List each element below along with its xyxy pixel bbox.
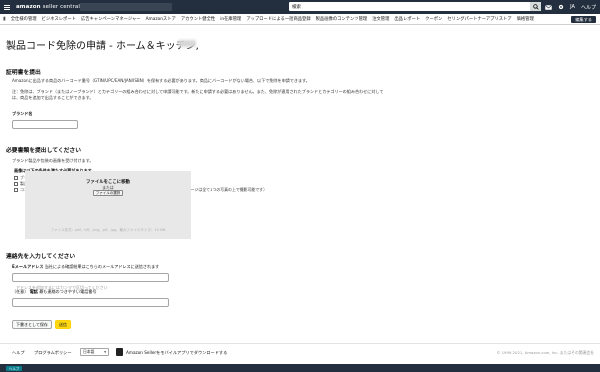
search-input[interactable] bbox=[289, 4, 527, 9]
language-select[interactable]: 日本語 ▾ bbox=[80, 348, 109, 356]
language-selector[interactable]: JA bbox=[570, 4, 575, 10]
brand-name-label: ブランド名 bbox=[12, 111, 33, 116]
footer-policy-link[interactable]: プログラムポリシー bbox=[34, 350, 72, 356]
nav-item[interactable]: Amazonストア bbox=[146, 16, 176, 22]
email-hint: 当社による確認結果はこちらのメールアドレスに送信されます bbox=[44, 264, 160, 269]
documents-section-heading: 必要書類を提出してください bbox=[6, 148, 82, 154]
nav-item[interactable]: セリングパートナーアプリストア bbox=[447, 16, 511, 22]
mail-icon[interactable] bbox=[545, 4, 553, 10]
bookmark-icon: ▮ bbox=[3, 16, 6, 22]
edit-bookmarks-button[interactable]: 編集する bbox=[571, 16, 596, 23]
choose-file-button[interactable]: ファイルの選択 bbox=[93, 190, 123, 196]
bookmark-bar: ▮ 全仕様の管理 ビジネスレポート 広告キャンペーンマネージャー Amazonス… bbox=[0, 14, 600, 25]
nav-item[interactable]: アップロードによる一括商品登録 bbox=[246, 16, 310, 22]
redacted-brand-name bbox=[178, 40, 196, 47]
mobile-app-icon bbox=[116, 348, 123, 356]
bottom-bar: ヘルプ bbox=[0, 364, 600, 372]
checkbox[interactable] bbox=[14, 182, 18, 186]
logo-seller-central-text: seller central bbox=[42, 4, 80, 10]
brand-name-input[interactable] bbox=[13, 131, 77, 138]
language-select-value: 日本語 bbox=[83, 349, 95, 354]
search-box[interactable] bbox=[289, 2, 541, 11]
search-icon bbox=[532, 3, 539, 10]
account-switcher[interactable] bbox=[80, 3, 172, 11]
email-label-row: Eメールアドレス 当社による確認結果はこちらのメールアドレスに送信されます bbox=[12, 264, 159, 270]
phone-field[interactable] bbox=[12, 298, 169, 316]
footer: ヘルプ プログラムポリシー 日本語 ▾ Amazon Sellerをモバイルアプ… bbox=[0, 347, 600, 359]
proof-description: Amazonに出品する商品のバーコード番号（GTIN/UPC/EAN/JAN/I… bbox=[12, 78, 310, 83]
phone-hint: 最も連絡のつきやすい電話番号 bbox=[39, 289, 97, 294]
file-format-hint: ファイル形式：pdf、tiff、png、gif、jpg。最大ファイルサイズ：10… bbox=[50, 228, 166, 232]
help-link[interactable]: ヘルプ bbox=[581, 4, 596, 11]
copyright-text: © 1999-2021, Amazon.com, Inc. またはその関連会社 bbox=[496, 350, 594, 355]
bottom-help-button[interactable]: ヘルプ bbox=[6, 365, 23, 371]
footer-help-link[interactable]: ヘルプ bbox=[12, 350, 25, 356]
email-field[interactable] bbox=[12, 273, 169, 291]
gear-icon[interactable] bbox=[558, 4, 564, 10]
hamburger-menu-icon[interactable] bbox=[4, 4, 10, 10]
brand-name-field[interactable] bbox=[12, 120, 78, 138]
chevron-down-icon: ▾ bbox=[104, 350, 106, 354]
nav-item[interactable]: 製品画像のコンテンツ管理 bbox=[316, 16, 368, 22]
submit-button[interactable]: 送信 bbox=[55, 320, 71, 329]
logo-amazon-text: amazon bbox=[16, 4, 41, 10]
search-button[interactable] bbox=[530, 2, 541, 11]
nav-item[interactable]: アカウント健全性 bbox=[181, 16, 215, 22]
phone-input[interactable] bbox=[13, 309, 168, 316]
save-draft-button[interactable]: 下書きとして保存 bbox=[12, 320, 52, 329]
top-bar: amazon seller central JA ヘルプ bbox=[0, 0, 600, 14]
phone-label: 電話 bbox=[29, 289, 38, 294]
nav-item[interactable]: 全仕様の管理 bbox=[11, 16, 37, 22]
footer-divider bbox=[0, 343, 600, 344]
nav-item[interactable]: 価格管理 bbox=[517, 16, 534, 22]
nav-item[interactable]: in在庫管理 bbox=[220, 16, 241, 22]
nav-item[interactable]: クーポン bbox=[425, 16, 442, 22]
nav-item[interactable]: 出品レポート bbox=[394, 16, 420, 22]
phone-label-row: （任意） 電話 最も連絡のつきやすい電話番号 bbox=[12, 289, 97, 295]
checkbox[interactable] bbox=[14, 176, 18, 180]
email-label: Eメールアドレス bbox=[12, 264, 44, 269]
proof-note-line2: は、商品を追加で出品することができます。 bbox=[12, 95, 94, 100]
file-drop-zone[interactable]: ファイルをここに移動 または ファイルの選択 ファイル形式：pdf、tiff、p… bbox=[25, 171, 191, 239]
checkbox[interactable] bbox=[14, 188, 18, 192]
nav-item[interactable]: 広告キャンペーンマネージャー bbox=[81, 16, 141, 22]
proof-section-heading: 証明書を提出 bbox=[6, 70, 41, 76]
mobile-app-link[interactable]: Amazon Sellerをモバイルアプリでダウンロードする bbox=[126, 350, 227, 356]
documents-intro: ブランド製品や包装の画像を受け付けます。 bbox=[12, 158, 94, 163]
page-title: 製品コード免除の申請 - ホーム＆キッチン, bbox=[6, 41, 199, 52]
phone-optional: （任意） bbox=[12, 289, 29, 294]
nav-item[interactable]: 注文管理 bbox=[372, 16, 389, 22]
seller-central-logo[interactable]: amazon seller central bbox=[16, 4, 80, 10]
nav-item[interactable]: ビジネスレポート bbox=[42, 16, 76, 22]
contact-section-heading: 連絡先を入力してください bbox=[6, 254, 76, 260]
